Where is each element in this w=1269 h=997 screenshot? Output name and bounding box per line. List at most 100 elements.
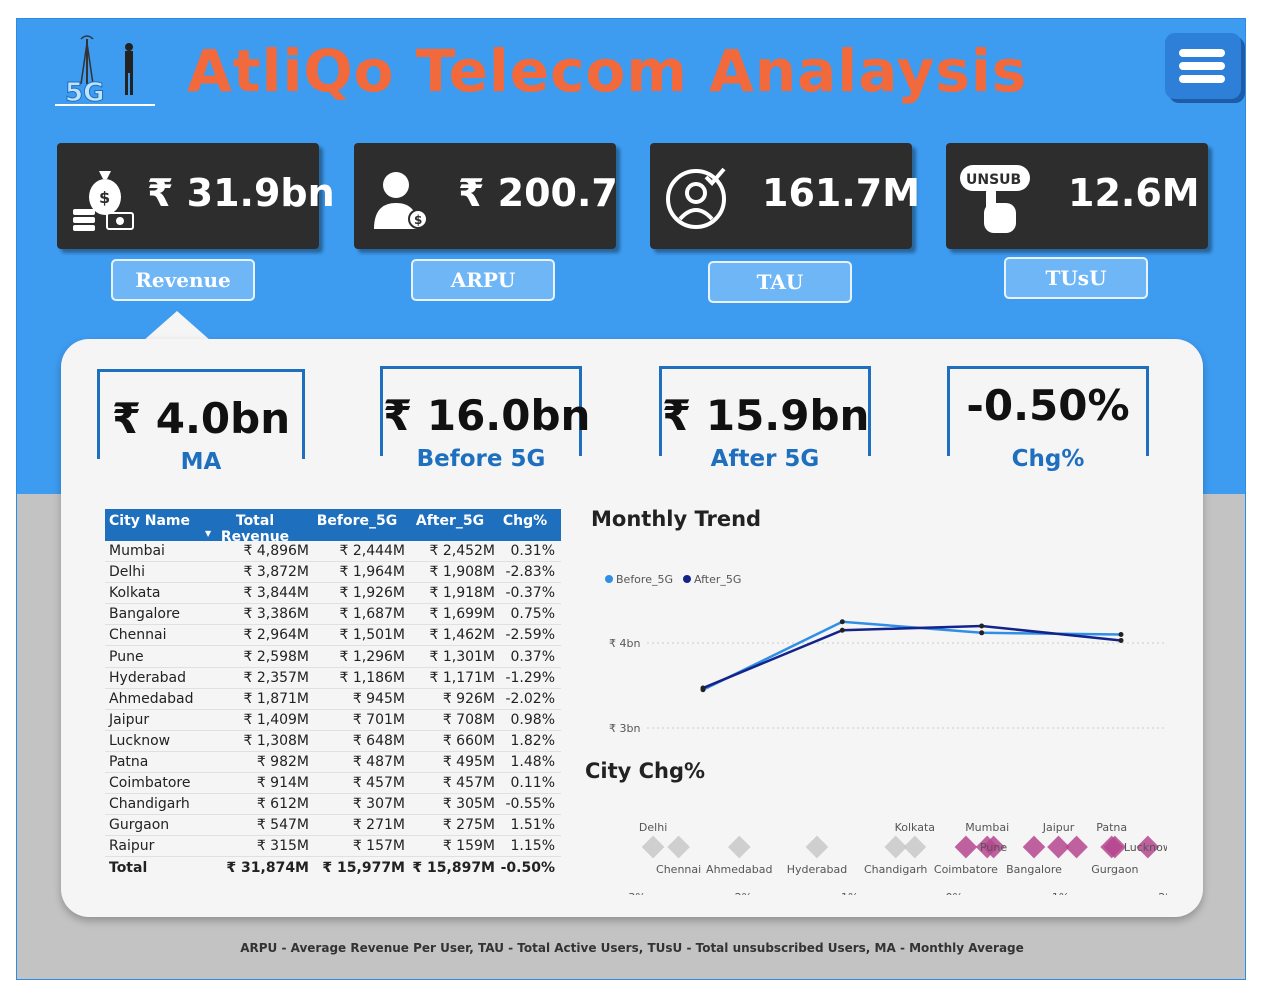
city-label: Mumbai xyxy=(965,821,1009,834)
kpi-card-tusu[interactable]: UNSUB 12.6M xyxy=(946,143,1208,249)
data-point xyxy=(700,685,706,691)
table-row[interactable]: Chennai ₹ 2,964M ₹ 1,501M ₹ 1,462M -2.59% xyxy=(105,625,561,647)
x-tick-label: Mar/Aug xyxy=(959,733,1005,735)
series-line-before_5g xyxy=(702,620,1122,691)
table-row[interactable]: Raipur ₹ 315M ₹ 157M ₹ 159M 1.15% xyxy=(105,836,561,858)
table-cell: Kolkata xyxy=(109,585,161,602)
table-cell: 0.11% xyxy=(510,775,555,792)
x-tick-label: Apr/Sep xyxy=(1099,733,1142,735)
table-cell: ₹ 701M xyxy=(352,711,405,728)
table-cell: 1.48% xyxy=(510,753,555,770)
table-row[interactable]: Coimbatore ₹ 914M ₹ 457M ₹ 457M 0.11% xyxy=(105,773,561,795)
table-cell: ₹ 3,386M xyxy=(243,606,309,623)
table-cell: ₹ 2,444M xyxy=(339,543,405,560)
city-chg-chart: -3% -2% -1% 0% 1% 2% Delhi Chennai Ahmedabad Hyde… xyxy=(624,821,1167,895)
summary-card-ma: ₹ 4.0bn MA xyxy=(97,369,305,475)
table-row[interactable]: Kolkata ₹ 3,844M ₹ 1,926M ₹ 1,918M -0.37% xyxy=(105,583,561,605)
table-cell: Chennai xyxy=(109,627,167,644)
table-cell: ₹ 157M xyxy=(352,838,405,855)
city-chg-title: City Chg% xyxy=(585,759,706,783)
kpi-card-tau[interactable]: 161.7M xyxy=(650,143,920,249)
table-row[interactable]: Bangalore ₹ 3,386M ₹ 1,687M ₹ 1,699M 0.75% xyxy=(105,604,561,626)
column-header-total-revenue[interactable]: Total Revenue ▼ xyxy=(201,509,309,545)
kpi-label-arpu[interactable]: ARPU xyxy=(411,259,555,301)
table-cell: Coimbatore xyxy=(109,775,191,792)
kpi-card-revenue[interactable]: $ ₹ 31.9bn xyxy=(57,143,335,249)
table-cell: ₹ 612M xyxy=(256,796,309,813)
table-cell: ₹ 1,918M xyxy=(429,585,495,602)
kpi-label-tau[interactable]: TAU xyxy=(708,261,852,303)
sort-desc-icon[interactable]: ▼ xyxy=(205,529,211,538)
city-label: Chandigarh xyxy=(864,863,927,876)
x-tick-label: -2% xyxy=(731,891,752,895)
hamburger-menu-icon[interactable] xyxy=(1165,33,1241,99)
kpi-label-tusu[interactable]: TUsU xyxy=(1004,257,1148,299)
summary-value: -0.50% xyxy=(966,381,1130,430)
table-cell: -2.83% xyxy=(505,564,555,581)
city-marker xyxy=(667,835,690,859)
table-cell: ₹ 1,501M xyxy=(339,627,405,644)
table-cell: ₹ 648M xyxy=(352,732,405,749)
city-label: Bangalore xyxy=(1006,863,1062,876)
table-cell: ₹ 547M xyxy=(256,817,309,834)
table-cell: -0.55% xyxy=(505,796,555,813)
summary-card-chg: -0.50% Chg% xyxy=(947,366,1149,472)
city-marker xyxy=(805,835,829,859)
table-cell: ₹ 660M xyxy=(442,732,495,749)
kpi-card-arpu[interactable]: $ ₹ 200.7 xyxy=(354,143,618,249)
column-header-after-5g[interactable]: After_5G xyxy=(405,509,495,541)
city-label: Chennai xyxy=(656,863,701,876)
kpi-label-revenue[interactable]: Revenue xyxy=(111,259,255,301)
column-header-chg[interactable]: Chg% xyxy=(495,509,559,541)
table-cell: 1.51% xyxy=(510,817,555,834)
table-row[interactable]: Chandigarh ₹ 612M ₹ 307M ₹ 305M -0.55% xyxy=(105,794,561,816)
city-marker xyxy=(1022,835,1046,859)
unsubscribe-hand-icon: UNSUB xyxy=(960,165,1030,233)
data-point xyxy=(979,630,985,636)
summary-value: ₹ 15.9bn xyxy=(662,391,870,440)
table-cell: Ahmedabad xyxy=(109,690,194,707)
table-cell: ₹ 1,301M xyxy=(429,648,495,665)
table-total-row: Total ₹ 31,874M ₹ 15,977M ₹ 15,897M -0.5… xyxy=(109,859,555,876)
table-cell: ₹ 457M xyxy=(352,775,405,792)
table-cell: ₹ 926M xyxy=(442,690,495,707)
kpi-value: 12.6M xyxy=(1068,171,1200,215)
table-row[interactable]: Patna ₹ 982M ₹ 487M ₹ 495M 1.48% xyxy=(105,752,561,774)
table-cell: ₹ 1,871M xyxy=(243,690,309,707)
table-row[interactable]: Ahmedabad ₹ 1,871M ₹ 945M ₹ 926M -2.02% xyxy=(105,689,561,710)
table-cell: ₹ 914M xyxy=(256,775,309,792)
svg-text:$: $ xyxy=(99,188,110,207)
table-cell: ₹ 708M xyxy=(442,711,495,728)
table-cell: ₹ 271M xyxy=(352,817,405,834)
svg-text:$: $ xyxy=(414,213,422,227)
dashboard-frame: 5G AtliQo Telecom Analaysis $ ₹ 31.9bn R… xyxy=(16,18,1246,980)
table-cell: ₹ 1,409M xyxy=(243,711,309,728)
table-row[interactable]: Pune ₹ 2,598M ₹ 1,296M ₹ 1,301M 0.37% xyxy=(105,646,561,668)
y-tick-label: ₹ 3bn xyxy=(609,722,640,735)
table-row[interactable]: Mumbai ₹ 4,896M ₹ 2,444M ₹ 2,452M 0.31% xyxy=(105,541,561,563)
table-row[interactable]: Hyderabad ₹ 2,357M ₹ 1,186M ₹ 1,171M -1.29% xyxy=(105,668,561,689)
table-cell: ₹ 1,296M xyxy=(339,648,405,665)
5g-tower-logo-icon: 5G xyxy=(55,35,155,109)
x-tick-label: Jan/Jun xyxy=(683,733,722,735)
table-cell: ₹ 2,964M xyxy=(243,627,309,644)
table-cell: Delhi xyxy=(109,564,146,581)
table-cell: 0.37% xyxy=(510,648,555,665)
table-row[interactable]: Gurgaon ₹ 547M ₹ 271M ₹ 275M 1.51% xyxy=(105,815,561,837)
table-cell: ₹ 1,926M xyxy=(339,585,405,602)
table-cell: ₹ 1,171M xyxy=(429,669,495,686)
table-cell: ₹ 495M xyxy=(442,753,495,770)
table-cell: ₹ 3,872M xyxy=(243,564,309,581)
city-marker xyxy=(727,835,751,859)
table-row[interactable]: Delhi ₹ 3,872M ₹ 1,964M ₹ 1,908M -2.83% xyxy=(105,562,561,584)
table-row[interactable]: Lucknow ₹ 1,308M ₹ 648M ₹ 660M 1.82% xyxy=(105,731,561,752)
table-row[interactable]: Jaipur ₹ 1,409M ₹ 701M ₹ 708M 0.98% xyxy=(105,710,561,731)
table-header: City Name Total Revenue ▼ Before_5G Afte… xyxy=(105,509,561,545)
data-point xyxy=(979,623,985,629)
series-line-after_5g xyxy=(702,624,1122,690)
table-cell: ₹ 1,699M xyxy=(429,606,495,623)
column-header-city[interactable]: City Name xyxy=(105,509,201,541)
legend-label: After_5G xyxy=(694,573,741,586)
table-cell: ₹ 1,186M xyxy=(339,669,405,686)
column-header-before-5g[interactable]: Before_5G xyxy=(309,509,405,541)
